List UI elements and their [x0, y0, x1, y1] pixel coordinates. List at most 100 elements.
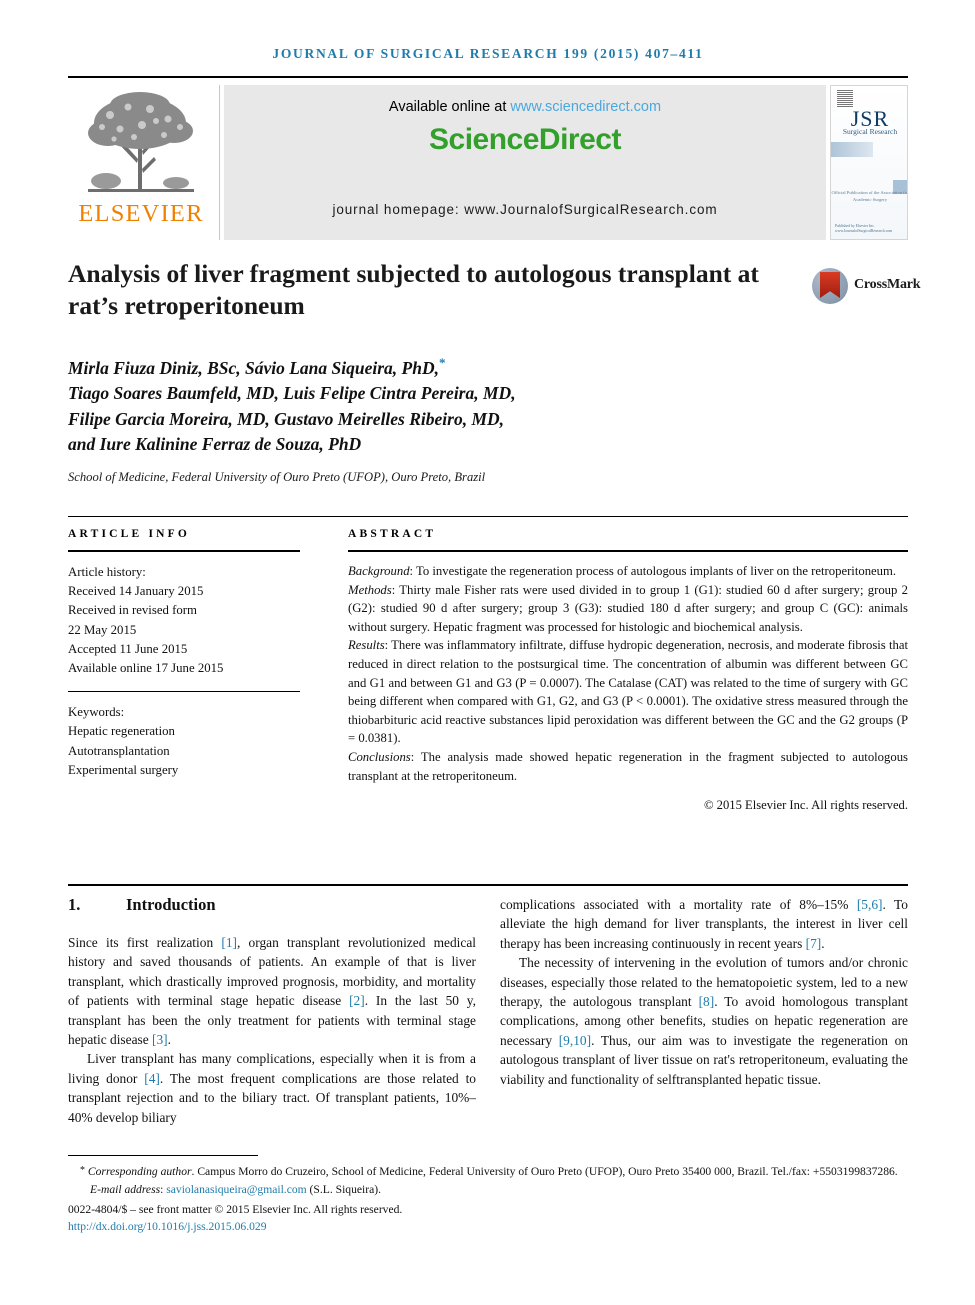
author-line-4: and Iure Kalinine Ferraz de Souza, PhD — [68, 434, 362, 455]
introduction-text-right: complications associated with a mortalit… — [500, 895, 908, 1089]
keyword-item: Experimental surgery — [68, 762, 179, 777]
article-info-underline — [68, 550, 300, 552]
keywords-label: Keywords: — [68, 705, 125, 720]
available-online-line: Available online at www.sciencedirect.co… — [224, 99, 826, 115]
abstract-conclusions-text: : The analysis made showed hepatic regen… — [348, 749, 908, 783]
history-item: Received 14 January 2015 — [68, 584, 204, 599]
abstract-results-label: Results — [348, 638, 385, 653]
citation-link[interactable]: [1] — [221, 935, 237, 950]
author-list: Mirla Fiuza Diniz, BSc, Sávio Lana Sique… — [68, 350, 798, 458]
section-title: Introduction — [126, 895, 216, 914]
affiliation: School of Medicine, Federal University o… — [68, 470, 486, 484]
abstract-conclusions-label: Conclusions — [348, 749, 411, 764]
sciencedirect-logo: ScienceDirect — [429, 123, 621, 156]
author-line-1: Mirla Fiuza Diniz, BSc, Sávio Lana Sique… — [68, 357, 439, 378]
crossmark-badge[interactable]: CrossMark — [812, 268, 921, 306]
email-label: E-mail address — [90, 1183, 161, 1197]
abstract-methods-text: : Thirty male Fisher rats were used divi… — [348, 582, 908, 634]
abstract-results-text: : There was inflammatory infiltrate, dif… — [348, 638, 908, 746]
section-number: 1. — [68, 895, 81, 914]
sciencedirect-link[interactable]: www.sciencedirect.com — [510, 99, 661, 115]
abstract-methods-label: Methods — [348, 582, 392, 597]
corresponding-author-label: Corresponding author — [87, 1165, 192, 1178]
history-item: Accepted 11 June 2015 — [68, 641, 188, 656]
elsevier-logo: ELSEVIER — [68, 85, 220, 240]
author-line-2: Tiago Soares Baumfeld, MD, Luis Felipe C… — [68, 383, 516, 404]
abstract-background-text: : To investigate the regeneration proces… — [409, 564, 897, 578]
doi-link[interactable]: http://dx.doi.org/10.1016/j.jss.2015.06.… — [68, 1220, 267, 1233]
abstract-column: ABSTRACT Background: To investigate the … — [348, 528, 908, 815]
page-title: Analysis of liver fragment subjected to … — [68, 259, 759, 320]
cover-footer: Published by Elsevier Inc. www.Journalof… — [835, 223, 893, 234]
history-item: 22 May 2015 — [68, 622, 137, 637]
footnote-block: * Corresponding author. Campus Morro do … — [68, 1163, 908, 1236]
cover-band-upper — [831, 142, 873, 157]
sciencedirect-banner: Available online at www.sciencedirect.co… — [224, 85, 826, 240]
masthead: ELSEVIER Available online at www.science… — [68, 85, 908, 240]
crossmark-label: CrossMark — [854, 277, 921, 292]
text-run: Since its first realization — [68, 935, 222, 950]
email-note: E-mail address: saviolanasiqueira@gmail.… — [68, 1182, 908, 1198]
paragraph: Since its first realization [1], organ t… — [68, 933, 476, 1049]
citation-link[interactable]: [4] — [144, 1071, 160, 1086]
corresponding-author-note: * Corresponding author. Campus Morro do … — [68, 1163, 908, 1180]
email-owner: (S.L. Siqueira). — [306, 1183, 382, 1197]
abstract-background: Background: To investigate the regenerat… — [348, 562, 908, 581]
abstract-body: Background: To investigate the regenerat… — [348, 562, 908, 815]
citation-link[interactable]: [3] — [152, 1032, 168, 1047]
history-item: Available online 17 June 2015 — [68, 661, 224, 676]
text-run: complications associated with a mortalit… — [500, 897, 857, 912]
email-link[interactable]: saviolanasiqueira@gmail.com — [166, 1183, 306, 1196]
keywords-block: Keywords: Hepatic regeneration Autotrans… — [68, 703, 300, 780]
journal-running-head: Journal of Surgical Research 199 (2015) … — [272, 46, 704, 61]
section-heading-introduction: 1. Introduction — [68, 895, 476, 915]
corresponding-author-marker[interactable]: * — [439, 355, 446, 370]
citation-link[interactable]: [2] — [349, 993, 365, 1008]
cover-note: Official Publication of the Association … — [831, 190, 908, 202]
article-history: Article history: Received 14 January 201… — [68, 563, 300, 678]
cover-subtitle: Surgical Research — [842, 127, 898, 136]
paragraph: Liver transplant has many complications,… — [68, 1049, 476, 1127]
elsevier-tree-icon — [88, 92, 194, 192]
info-section-rule — [68, 516, 908, 517]
body-column-left: 1. Introduction Since its first realizati… — [68, 895, 476, 1127]
footnote-marker: * — [80, 1165, 85, 1176]
introduction-text-left: Since its first realization [1], organ t… — [68, 933, 476, 1127]
paper-page: Journal of Surgical Research 199 (2015) … — [0, 0, 975, 1305]
citation-link[interactable]: [8] — [699, 994, 715, 1009]
crossmark-bookmark-icon — [820, 272, 840, 298]
corresponding-author-text: . Campus Morro do Cruzeiro, School of Me… — [191, 1165, 898, 1178]
paragraph: complications associated with a mortalit… — [500, 895, 908, 953]
citation-link[interactable]: [7] — [806, 936, 822, 951]
citation-link[interactable]: [9,10] — [559, 1033, 591, 1048]
article-history-label: Article history: — [68, 565, 146, 579]
header-rule — [68, 76, 908, 78]
text-run: . — [167, 1032, 172, 1048]
journal-homepage-line[interactable]: journal homepage: www.JournalofSurgicalR… — [224, 202, 826, 217]
citation-link[interactable]: [5,6] — [857, 897, 883, 912]
history-item: Received in revised form — [68, 603, 197, 618]
footnote-rule — [68, 1155, 258, 1156]
paragraph: The necessity of intervening in the evol… — [500, 953, 908, 1089]
abstract-methods: Methods: Thirty male Fisher rats were us… — [348, 581, 908, 637]
text-run: . — [821, 935, 825, 951]
body-column-right: complications associated with a mortalit… — [500, 895, 908, 1089]
journal-cover-thumbnail: JSR Surgical Research Official Publicati… — [830, 85, 908, 240]
keywords-divider — [68, 691, 300, 693]
abstract-copyright: © 2015 Elsevier Inc. All rights reserved… — [703, 798, 908, 813]
author-line-3: Filipe Garcia Moreira, MD, Gustavo Meire… — [68, 408, 505, 429]
abstract-results: Results: There was inflammatory infiltra… — [348, 636, 908, 748]
crossmark-icon — [812, 268, 848, 304]
doi-line: http://dx.doi.org/10.1016/j.jss.2015.06.… — [68, 1219, 908, 1235]
available-online-text: Available online at — [388, 99, 511, 115]
issn-copyright-line: 0022-4804/$ – see front matter © 2015 El… — [68, 1202, 403, 1216]
abstract-conclusions: Conclusions: The analysis made showed he… — [348, 748, 908, 785]
abstract-underline — [348, 550, 908, 552]
elsevier-wordmark: ELSEVIER — [78, 200, 204, 227]
keyword-item: Hepatic regeneration — [68, 724, 175, 739]
abstract-heading: ABSTRACT — [348, 528, 437, 540]
article-info-heading: ARTICLE INFO — [68, 528, 191, 540]
abstract-background-label: Background — [348, 564, 410, 578]
article-info-column: ARTICLE INFO Article history: Received 1… — [68, 528, 300, 780]
keyword-item: Autotransplantation — [68, 743, 170, 758]
